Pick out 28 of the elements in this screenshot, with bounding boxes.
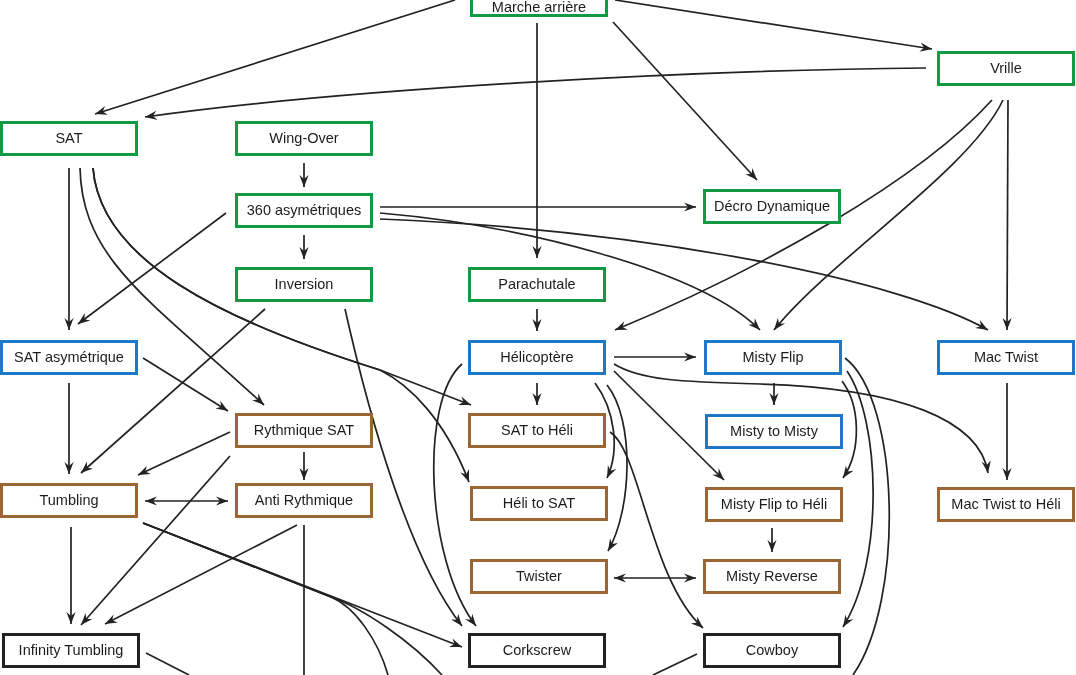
arrow [767, 527, 777, 553]
maneuver-node: Décro Dynamique [703, 189, 841, 224]
maneuver-node: Twister [470, 559, 608, 594]
maneuver-node: Misty Flip to Héli [705, 487, 843, 522]
maneuver-node: Wing-Over [235, 121, 373, 156]
maneuver-node: Mac Twist to Héli [937, 487, 1075, 522]
maneuver-node: Parachutale [468, 267, 606, 302]
maneuver-node: Infinity Tumbling [2, 633, 140, 668]
maneuver-node: Vrille [937, 51, 1075, 86]
maneuver-node: Misty Reverse [703, 559, 841, 594]
maneuver-node: 360 asymétriques [235, 193, 373, 228]
maneuver-node: Hélicoptère [468, 340, 606, 375]
maneuver-node: Marche arrière [470, 0, 608, 17]
maneuver-node: SAT asymétrique [0, 340, 138, 375]
maneuver-node: Corkscrew [468, 633, 606, 668]
connector-line [652, 653, 698, 675]
maneuver-node: Anti Rythmique [235, 483, 373, 518]
maneuver-node: SAT to Héli [468, 413, 606, 448]
maneuver-node: Mac Twist [937, 340, 1075, 375]
maneuver-node: Misty Flip [704, 340, 842, 375]
maneuver-node: Misty to Misty [705, 414, 843, 449]
maneuver-node: Cowboy [703, 633, 841, 668]
arrow [532, 382, 542, 406]
maneuver-node: Tumbling [0, 483, 138, 518]
maneuver-node: Rythmique SAT [235, 413, 373, 448]
maneuver-node: Inversion [235, 267, 373, 302]
maneuver-node: SAT [0, 121, 138, 156]
maneuver-node: Héli to SAT [470, 486, 608, 521]
